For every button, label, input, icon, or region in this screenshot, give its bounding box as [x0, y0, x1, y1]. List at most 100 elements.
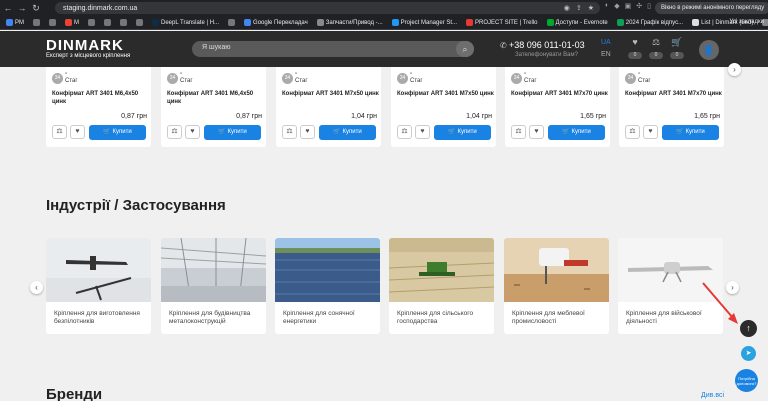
- telegram-icon[interactable]: ➤: [741, 346, 756, 361]
- heart-icon[interactable]: ♥: [300, 125, 315, 139]
- logo[interactable]: DINMARK: [46, 37, 124, 54]
- product-card[interactable]: 34 ▫ Стаг Конфірмат ART 3401 M7x70 цинк 1,65…: [619, 67, 724, 147]
- product-name[interactable]: Конфірмат ART 3401 M7x70 цинк: [511, 90, 611, 98]
- scroll-top-button[interactable]: ↑: [740, 320, 757, 337]
- buy-label: Купити: [112, 129, 132, 135]
- product-brand: Стаг: [295, 78, 308, 84]
- extension-icon[interactable]: ◐: [605, 2, 609, 10]
- lang-en[interactable]: EN: [601, 51, 611, 58]
- star-icon[interactable]: ★: [588, 4, 594, 12]
- industry-card[interactable]: Кріплення для виготовлення безпілотників: [46, 238, 151, 334]
- bookmark-item[interactable]: [30, 19, 43, 26]
- heart-icon[interactable]: ♥: [529, 125, 544, 139]
- product-card[interactable]: 34 ▫ Стаг Конфірмат ART 3401 M7x50 цинк 1,04…: [276, 67, 381, 147]
- buy-button[interactable]: 🛒 Купити: [89, 125, 146, 140]
- product-next-icon[interactable]: ›: [728, 63, 741, 76]
- chat-button[interactable]: Потрібна допомога?: [735, 369, 758, 392]
- product-card[interactable]: 34 ▫ Стаг Конфірмат ART 3401 M6,4x50 цинк 0,…: [46, 67, 151, 147]
- buy-button[interactable]: 🛒 Купити: [662, 125, 719, 140]
- compare-icon[interactable]: ⚖: [648, 37, 664, 48]
- bookmark-item[interactable]: [117, 19, 130, 26]
- bookmark-item[interactable]: Запчасти/Привод -...: [314, 19, 386, 26]
- industries-prev-icon[interactable]: ‹: [30, 281, 43, 294]
- heart-icon[interactable]: ♥: [70, 125, 85, 139]
- bookmark-item[interactable]: PM: [3, 19, 27, 26]
- back-icon[interactable]: ←: [2, 2, 14, 14]
- industry-label: Кріплення для будівництва металоконструк…: [169, 310, 251, 325]
- bookmark-item[interactable]: [46, 19, 59, 26]
- bookmark-item[interactable]: [101, 19, 114, 26]
- compare-icon[interactable]: ⚖: [52, 125, 67, 139]
- industry-card[interactable]: Кріплення для меблевої промисловості: [504, 238, 609, 334]
- bookmarks-bar: PM M DeepL Translate | H... Google Переклад…: [0, 16, 768, 30]
- buy-button[interactable]: 🛒 Купити: [434, 125, 491, 140]
- industry-image: [618, 238, 723, 302]
- compare-icon[interactable]: ⚖: [511, 125, 526, 139]
- product-name[interactable]: Конфірмат ART 3401 M6,4x50 цинк: [167, 90, 267, 106]
- phone-number[interactable]: +38 096 011-01-03: [509, 40, 585, 50]
- compare-icon[interactable]: ⚖: [282, 125, 297, 139]
- forward-icon[interactable]: →: [16, 2, 28, 14]
- product-card[interactable]: 34 ▫ Стаг Конфірмат ART 3401 M7x50 цинк 1,04…: [391, 67, 496, 147]
- bookmark-favicon-icon: [104, 19, 111, 26]
- heart-icon[interactable]: ♥: [643, 125, 658, 139]
- product-name[interactable]: Конфірмат ART 3401 M7x50 цинк: [397, 90, 497, 98]
- bookmark-item[interactable]: [133, 19, 146, 26]
- bookmark-item[interactable]: [85, 19, 98, 26]
- product-card[interactable]: 34 ▫ Стаг Конфірмат ART 3401 M7x70 цинк 1,65…: [505, 67, 610, 147]
- address-bar[interactable]: staging.dinmark.com.ua ◉ ⇪ ★: [55, 2, 600, 14]
- compare-icon[interactable]: ⚖: [625, 125, 640, 139]
- heart-icon[interactable]: ♥: [415, 125, 430, 139]
- product-name[interactable]: Конфірмат ART 3401 M7x50 цинк: [282, 90, 382, 98]
- industry-image: [46, 238, 151, 302]
- compare-icon[interactable]: ⚖: [397, 125, 412, 139]
- buy-button[interactable]: 🛒 Купити: [319, 125, 376, 140]
- see-all-link[interactable]: Див.всі: [701, 392, 724, 399]
- lang-ua[interactable]: UA: [601, 39, 611, 46]
- profile-avatar[interactable]: 👤: [699, 40, 719, 60]
- all-bookmarks[interactable]: Усі закладки: [729, 19, 764, 25]
- heart-icon[interactable]: ♥: [185, 125, 200, 139]
- bookmark-item[interactable]: M: [62, 19, 82, 26]
- extension-icon[interactable]: ▣: [625, 2, 632, 10]
- product-name[interactable]: Конфірмат ART 3401 M6,4x50 цинк: [52, 90, 152, 106]
- bookmark-item[interactable]: PROJECT SITE | Trello: [463, 19, 540, 26]
- reload-icon[interactable]: ↻: [30, 2, 42, 14]
- product-card[interactable]: 34 ▫ Стаг Конфірмат ART 3401 M6,4x50 цинк 0,…: [161, 67, 266, 147]
- industries-carousel: Кріплення для виготовлення безпілотників…: [46, 238, 726, 334]
- buy-label: Купити: [457, 129, 477, 135]
- brand-image-icon: ▫: [180, 71, 183, 77]
- industries-next-icon[interactable]: ›: [726, 281, 739, 294]
- industry-label: Кріплення для сільського господарства: [397, 310, 474, 325]
- bookmark-item[interactable]: DeepL Translate | H...: [149, 19, 222, 26]
- product-badge: 34: [282, 73, 293, 84]
- industry-card[interactable]: Кріплення для військової діяльності: [618, 238, 723, 334]
- buy-button[interactable]: 🛒 Купити: [204, 125, 261, 140]
- search-input[interactable]: Я шукаю ⌕: [192, 41, 474, 57]
- callback-link[interactable]: Зателефонувати Вам?: [515, 52, 578, 58]
- share-icon[interactable]: ⇪: [576, 4, 582, 12]
- industry-card[interactable]: Кріплення для будівництва металоконструк…: [161, 238, 266, 334]
- bookmark-item[interactable]: Google Перекладач: [241, 19, 311, 26]
- extension-icon[interactable]: ◆: [614, 2, 619, 10]
- incognito-badge[interactable]: Вікно в режимі анонімного перегляду: [655, 2, 768, 14]
- url-text: staging.dinmark.com.ua: [63, 4, 138, 12]
- eye-off-icon[interactable]: ◉: [564, 4, 570, 12]
- buy-button[interactable]: 🛒 Купити: [548, 125, 605, 140]
- sidepanel-icon[interactable]: ▯: [647, 2, 651, 10]
- bookmark-item[interactable]: Project Manager St...: [389, 19, 460, 26]
- cart-icon[interactable]: 🛒: [669, 37, 685, 48]
- search-icon[interactable]: ⌕: [456, 41, 474, 57]
- industry-image: [161, 238, 266, 302]
- heart-icon[interactable]: ♥: [627, 37, 643, 47]
- industry-card[interactable]: Кріплення для сонячної енергетики: [275, 238, 380, 334]
- product-badge: 34: [625, 73, 636, 84]
- product-price: 1,04 грн: [466, 113, 492, 120]
- bookmark-item[interactable]: [225, 19, 238, 26]
- product-name[interactable]: Конфірмат ART 3401 M7x70 цинк: [625, 90, 725, 98]
- compare-icon[interactable]: ⚖: [167, 125, 182, 139]
- puzzle-icon[interactable]: ✣: [636, 2, 642, 10]
- bookmark-item[interactable]: Доступи - Evernote: [544, 19, 611, 26]
- bookmark-item[interactable]: 2024 Графік відпус...: [614, 19, 686, 26]
- industry-card[interactable]: Кріплення для сільського господарства: [389, 238, 494, 334]
